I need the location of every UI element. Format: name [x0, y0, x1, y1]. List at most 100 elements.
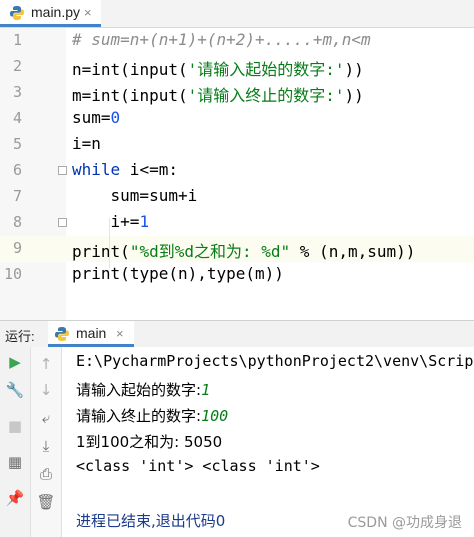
run-tab-close-icon[interactable]: ×: [116, 326, 124, 341]
line-number: 3: [12, 83, 22, 101]
code-token: % (n,m,sum)): [290, 242, 416, 261]
code-token: input: [129, 86, 178, 105]
code-token: print: [72, 242, 121, 261]
code-token: (: [120, 242, 130, 261]
code-line[interactable]: 8 i+=1: [0, 210, 474, 236]
code-token: sum=: [72, 108, 111, 127]
stop-icon[interactable]: ■: [0, 417, 30, 435]
line-number: 6: [12, 161, 22, 179]
code-token: 1: [139, 212, 150, 231]
indent-guide: [109, 218, 110, 268]
code-line[interactable]: 2 n=int(input('请输入起始的数字:')): [0, 54, 474, 80]
code-token: (: [120, 60, 130, 79]
code-token: 0: [110, 108, 121, 127]
run-panel-label: 运行:: [5, 329, 35, 344]
code-token: int: [91, 60, 121, 79]
editor-tab-close-icon[interactable]: ×: [84, 5, 92, 20]
code-token: sum=sum+i: [72, 186, 198, 205]
code-text: i=n: [72, 134, 101, 153]
python-run-config-icon: [55, 327, 69, 341]
run-icon[interactable]: ▶: [0, 353, 30, 371]
code-token: print: [72, 264, 121, 283]
run-panel-header: 运行: main ×: [0, 320, 474, 348]
code-token: (m)): [245, 264, 284, 283]
line-number: 7: [12, 187, 22, 205]
fold-close-icon[interactable]: [58, 218, 67, 227]
trash-icon[interactable]: 🗑: [31, 493, 61, 511]
code-token: (n),: [168, 264, 207, 283]
run-toolbar-right: ↑ ↓ ⤶ ⤓ ⎙ 🗑: [31, 347, 62, 537]
user-input-start: 1: [201, 381, 211, 399]
console-result-line: 1到100之和为: 5050: [76, 433, 223, 451]
code-editor[interactable]: 1 # sum=n+(n+1)+(n+2)+.....+m,n<m 2 n=int(i…: [0, 28, 474, 320]
down-arrow-icon[interactable]: ↓: [31, 381, 61, 399]
code-line[interactable]: 6 while i<=m:: [0, 158, 474, 184]
code-line[interactable]: 7 sum=sum+i: [0, 184, 474, 210]
console-prompt-start: 请输入起始的数字:1: [76, 379, 210, 400]
exit-code-text: 进程已结束,退出代码0: [76, 512, 226, 530]
console-output[interactable]: E:\PycharmProjects\pythonProject2\venv\S…: [62, 347, 474, 537]
code-line[interactable]: 10 print(type(n),type(m)): [0, 262, 474, 288]
editor-tab-bar: main.py ×: [0, 0, 474, 28]
run-toolbar-left: ▶ 🔧 ■ ▦ 📌: [0, 347, 31, 537]
code-text: while i<=m:: [72, 160, 178, 179]
code-token: (: [120, 86, 130, 105]
code-text: sum=sum+i: [72, 186, 198, 205]
scroll-to-end-icon[interactable]: ⤓: [31, 437, 61, 455]
line-number: 8: [12, 213, 22, 231]
code-line[interactable]: 5 i=n: [0, 132, 474, 158]
code-text: sum=0: [72, 108, 120, 127]
console-prompt-end: 请输入终止的数字:100: [76, 405, 228, 426]
code-token: )): [344, 86, 364, 105]
pin-icon[interactable]: 📌: [0, 489, 30, 507]
code-token: # sum=n+(n+1)+(n+2)+.....+m,n<m: [72, 30, 371, 49]
line-number: 5: [12, 135, 22, 153]
code-token: while: [72, 160, 121, 179]
code-token: (: [177, 86, 188, 105]
print-icon[interactable]: ⎙: [31, 465, 61, 483]
code-token: "%d到%d之和为: %d": [129, 242, 291, 261]
code-line[interactable]: 4 sum=0: [0, 106, 474, 132]
fold-open-icon[interactable]: [58, 166, 67, 175]
soft-wrap-icon[interactable]: ⤶: [31, 409, 61, 427]
prompt-start-text: 请输入起始的数字:: [76, 381, 202, 399]
code-token: (: [177, 60, 188, 79]
code-token: n=: [72, 60, 92, 79]
user-input-end: 100: [201, 407, 229, 425]
wrench-icon[interactable]: 🔧: [0, 381, 30, 399]
code-token: i<=m:: [120, 160, 178, 179]
line-number: 2: [12, 57, 22, 75]
editor-tab-label: main.py: [31, 4, 81, 20]
code-token: i+=: [72, 212, 140, 231]
code-text: print("%d到%d之和为: %d" % (n,m,sum)): [72, 238, 415, 262]
code-token: '请输入终止的数字:': [187, 86, 345, 105]
python-file-icon: [10, 6, 24, 20]
code-text: # sum=n+(n+1)+(n+2)+.....+m,n<m: [72, 30, 371, 49]
up-arrow-icon[interactable]: ↑: [31, 355, 61, 373]
code-text: i+=1: [72, 212, 150, 231]
code-token: )): [344, 60, 364, 79]
code-token: input: [129, 60, 178, 79]
code-token: type: [206, 264, 246, 283]
code-token: int: [91, 86, 121, 105]
code-text: n=int(input('请输入起始的数字:')): [72, 56, 364, 80]
console-type-line: <class 'int'> <class 'int'>: [76, 457, 320, 475]
run-tab-label: main: [76, 325, 107, 341]
line-number: 4: [12, 109, 22, 127]
layout-icon[interactable]: ▦: [0, 453, 30, 471]
code-line[interactable]: 1 # sum=n+(n+1)+(n+2)+.....+m,n<m: [0, 28, 474, 54]
code-token: m=: [72, 86, 92, 105]
line-number: 10: [3, 265, 22, 283]
prompt-end-text: 请输入终止的数字:: [76, 407, 202, 425]
editor-tab-main-py[interactable]: main.py ×: [0, 0, 101, 27]
code-text: m=int(input('请输入终止的数字:')): [72, 82, 364, 106]
code-token: type: [129, 264, 169, 283]
code-token: '请输入起始的数字:': [187, 60, 345, 79]
code-text: print(type(n),type(m)): [72, 264, 284, 283]
csdn-watermark: CSDN @功成身退: [347, 515, 462, 531]
code-line[interactable]: 3 m=int(input('请输入终止的数字:')): [0, 80, 474, 106]
code-line[interactable]: 9 print("%d到%d之和为: %d" % (n,m,sum)): [0, 236, 474, 262]
line-number: 1: [12, 31, 22, 49]
run-tab-main[interactable]: main ×: [48, 321, 134, 347]
code-token: i=n: [72, 134, 101, 153]
